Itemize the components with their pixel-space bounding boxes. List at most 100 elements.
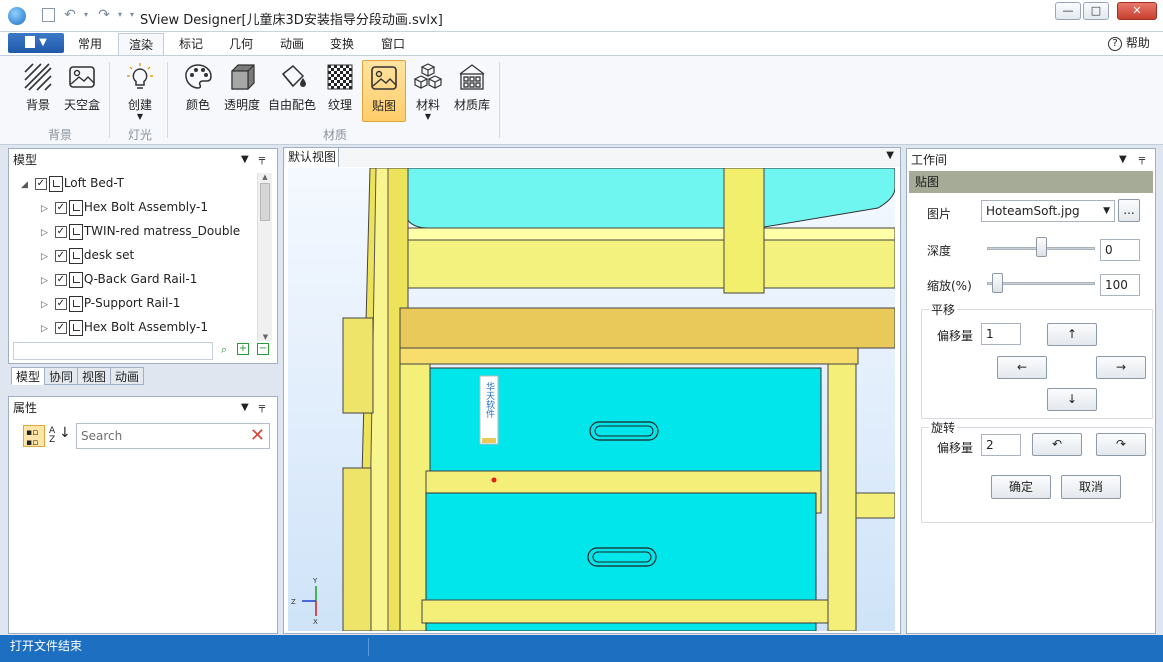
tree-row[interactable]: ▷ ✓ Hex Bolt Assembly-1 bbox=[41, 315, 208, 339]
visibility-checkbox[interactable]: ✓ bbox=[54, 201, 67, 214]
tab-collab[interactable]: 协同 bbox=[44, 367, 79, 385]
expand-icon[interactable]: ▷ bbox=[41, 293, 51, 317]
tree-item-label: Hex Bolt Assembly-1 bbox=[83, 320, 208, 334]
tab-common[interactable]: 常用 bbox=[68, 33, 112, 55]
undo-icon[interactable]: ↶ bbox=[62, 7, 78, 23]
help-button[interactable]: ? 帮助 bbox=[1108, 34, 1150, 52]
expand-icon[interactable]: ▷ bbox=[41, 269, 51, 293]
cancel-button[interactable]: 取消 bbox=[1061, 475, 1121, 499]
app-logo-icon[interactable] bbox=[8, 7, 26, 25]
expand-icon[interactable]: ▷ bbox=[41, 245, 51, 269]
background-button[interactable]: 背景 bbox=[16, 60, 60, 122]
expand-icon[interactable]: ▷ bbox=[41, 221, 51, 245]
tab-render[interactable]: 渲染 bbox=[118, 33, 165, 55]
panel-dropdown-icon[interactable]: ▼ bbox=[241, 149, 249, 171]
rotate-ccw-button[interactable]: ↶ bbox=[1032, 433, 1082, 456]
material-button[interactable]: 材料 ▼ bbox=[406, 60, 450, 122]
depth-input[interactable]: 0 bbox=[1100, 239, 1140, 261]
visibility-checkbox[interactable]: ✓ bbox=[54, 225, 67, 238]
decal-button[interactable]: 贴图 bbox=[362, 60, 406, 122]
image-label: 图片 bbox=[927, 207, 952, 221]
collapse-icon[interactable]: ◢ bbox=[21, 173, 31, 197]
file-menu-button[interactable]: ▼ bbox=[8, 33, 64, 53]
pin-icon[interactable]: ╤ bbox=[1139, 149, 1145, 171]
sort-alpha-icon[interactable]: AZ bbox=[49, 427, 55, 445]
tab-transform[interactable]: 变换 bbox=[320, 33, 364, 55]
tab-view[interactable]: 视图 bbox=[77, 367, 112, 385]
panel-dropdown-icon[interactable]: ▼ bbox=[241, 397, 249, 419]
visibility-checkbox[interactable]: ✓ bbox=[54, 297, 67, 310]
tab-default-view[interactable]: 默认视图 bbox=[286, 148, 340, 167]
scale-slider-thumb[interactable] bbox=[991, 273, 1003, 293]
visibility-checkbox[interactable]: ✓ bbox=[54, 273, 67, 286]
categorized-icon[interactable]: ▪▫ ▪▫ bbox=[23, 425, 45, 448]
sort-arrow-icon[interactable]: ↓ bbox=[59, 425, 71, 441]
visibility-checkbox[interactable]: ✓ bbox=[54, 249, 67, 262]
tree-row[interactable]: ▷ ✓ Hex Bolt Assembly-1 bbox=[41, 195, 208, 219]
visibility-checkbox[interactable]: ✓ bbox=[54, 321, 67, 334]
scroll-thumb[interactable] bbox=[260, 183, 270, 221]
rotate-offset-input[interactable]: 2 bbox=[981, 434, 1021, 456]
tab-model[interactable]: 模型 bbox=[11, 367, 46, 385]
transparency-button[interactable]: 透明度 bbox=[220, 60, 264, 122]
tab-geometry[interactable]: 几何 bbox=[219, 33, 263, 55]
find-icon[interactable]: ⌕ bbox=[217, 343, 231, 357]
depth-slider-thumb[interactable] bbox=[1035, 237, 1047, 257]
tree-scrollbar[interactable]: ▲ ▼ bbox=[257, 173, 272, 341]
tree-row[interactable]: ▷ ✓ desk set bbox=[41, 243, 134, 267]
close-button[interactable]: ✕ bbox=[1117, 2, 1157, 20]
minimize-button[interactable]: — bbox=[1055, 2, 1081, 20]
scale-slider-track[interactable] bbox=[987, 282, 1095, 285]
collapse-all-icon[interactable]: − bbox=[257, 343, 269, 355]
assembly-icon bbox=[68, 271, 83, 288]
tab-anim[interactable]: 动画 bbox=[110, 367, 145, 385]
tab-animation[interactable]: 动画 bbox=[270, 33, 314, 55]
rotate-cw-button[interactable]: ↷ bbox=[1096, 433, 1146, 456]
browse-button[interactable]: ... bbox=[1118, 199, 1140, 222]
search-placeholder: Search bbox=[81, 429, 123, 443]
clear-search-icon[interactable]: ✕ bbox=[250, 425, 265, 447]
pan-right-button[interactable]: → bbox=[1096, 356, 1146, 379]
tree-row-root[interactable]: ◢ ✓ Loft Bed-T bbox=[21, 171, 124, 195]
tree-row[interactable]: ▷ ✓ Q-Back Gard Rail-1 bbox=[41, 267, 197, 291]
tab-markup[interactable]: 标记 bbox=[169, 33, 213, 55]
maximize-button[interactable]: □ bbox=[1083, 2, 1109, 20]
panel-dropdown-icon[interactable]: ▼ bbox=[1119, 149, 1127, 171]
properties-panel-header: 属性 ▼ ╤ bbox=[9, 397, 277, 419]
pin-icon[interactable]: ╤ bbox=[259, 397, 265, 419]
ok-button[interactable]: 确定 bbox=[991, 475, 1051, 499]
image-select[interactable]: HoteamSoft.jpg ▼ bbox=[981, 200, 1115, 222]
properties-panel: 属性 ▼ ╤ ▪▫ ▪▫ AZ ↓ Search ✕ bbox=[8, 396, 278, 634]
pin-icon[interactable]: ╤ bbox=[259, 149, 265, 171]
pan-left-button[interactable]: ← bbox=[997, 356, 1047, 379]
color-button[interactable]: 颜色 bbox=[176, 60, 220, 122]
pan-offset-input[interactable]: 1 bbox=[981, 323, 1021, 345]
scroll-up-icon[interactable]: ▲ bbox=[258, 173, 272, 181]
texture-button[interactable]: 纹理 bbox=[318, 60, 362, 122]
skybox-button[interactable]: 天空盒 bbox=[60, 60, 104, 122]
redo-icon[interactable]: ↷ bbox=[96, 7, 112, 23]
expand-icon[interactable]: ▷ bbox=[41, 197, 51, 221]
tree-filter-input[interactable] bbox=[13, 342, 213, 360]
scroll-down-icon[interactable]: ▼ bbox=[258, 333, 273, 341]
tree-row[interactable]: ▷ ✓ TWIN-red matress_Double bbox=[41, 219, 240, 243]
save-icon[interactable] bbox=[42, 8, 55, 22]
undo-dropdown-icon[interactable]: ▾ bbox=[78, 7, 94, 23]
visibility-checkbox[interactable]: ✓ bbox=[34, 177, 47, 190]
scale-input[interactable]: 100 bbox=[1100, 274, 1140, 296]
material-library-button[interactable]: 材质库 bbox=[450, 60, 494, 122]
customize-dropdown-icon[interactable]: ▾ bbox=[124, 7, 140, 23]
create-light-button[interactable]: 创建 ▼ bbox=[118, 60, 162, 122]
search-box[interactable]: Search ✕ bbox=[76, 423, 270, 449]
expand-icon[interactable]: ▷ bbox=[41, 317, 51, 341]
tab-window[interactable]: 窗口 bbox=[371, 33, 415, 55]
expand-all-icon[interactable]: + bbox=[237, 343, 249, 355]
3d-viewport[interactable]: 华天软件 Z Y X bbox=[288, 168, 895, 631]
view-menu-icon[interactable]: ▼ bbox=[886, 150, 894, 161]
pan-up-button[interactable]: ↑ bbox=[1047, 323, 1097, 346]
free-color-button[interactable]: 自由配色 bbox=[266, 60, 318, 122]
assembly-icon bbox=[68, 223, 83, 240]
tree-row[interactable]: ▷ ✓ P-Support Rail-1 bbox=[41, 291, 180, 315]
pan-down-button[interactable]: ↓ bbox=[1047, 388, 1097, 411]
title-bar: ↶ ▾ ↷ ▾ ▾ SView Designer[儿童床3D安装指导分段动画.s… bbox=[0, 0, 1163, 32]
